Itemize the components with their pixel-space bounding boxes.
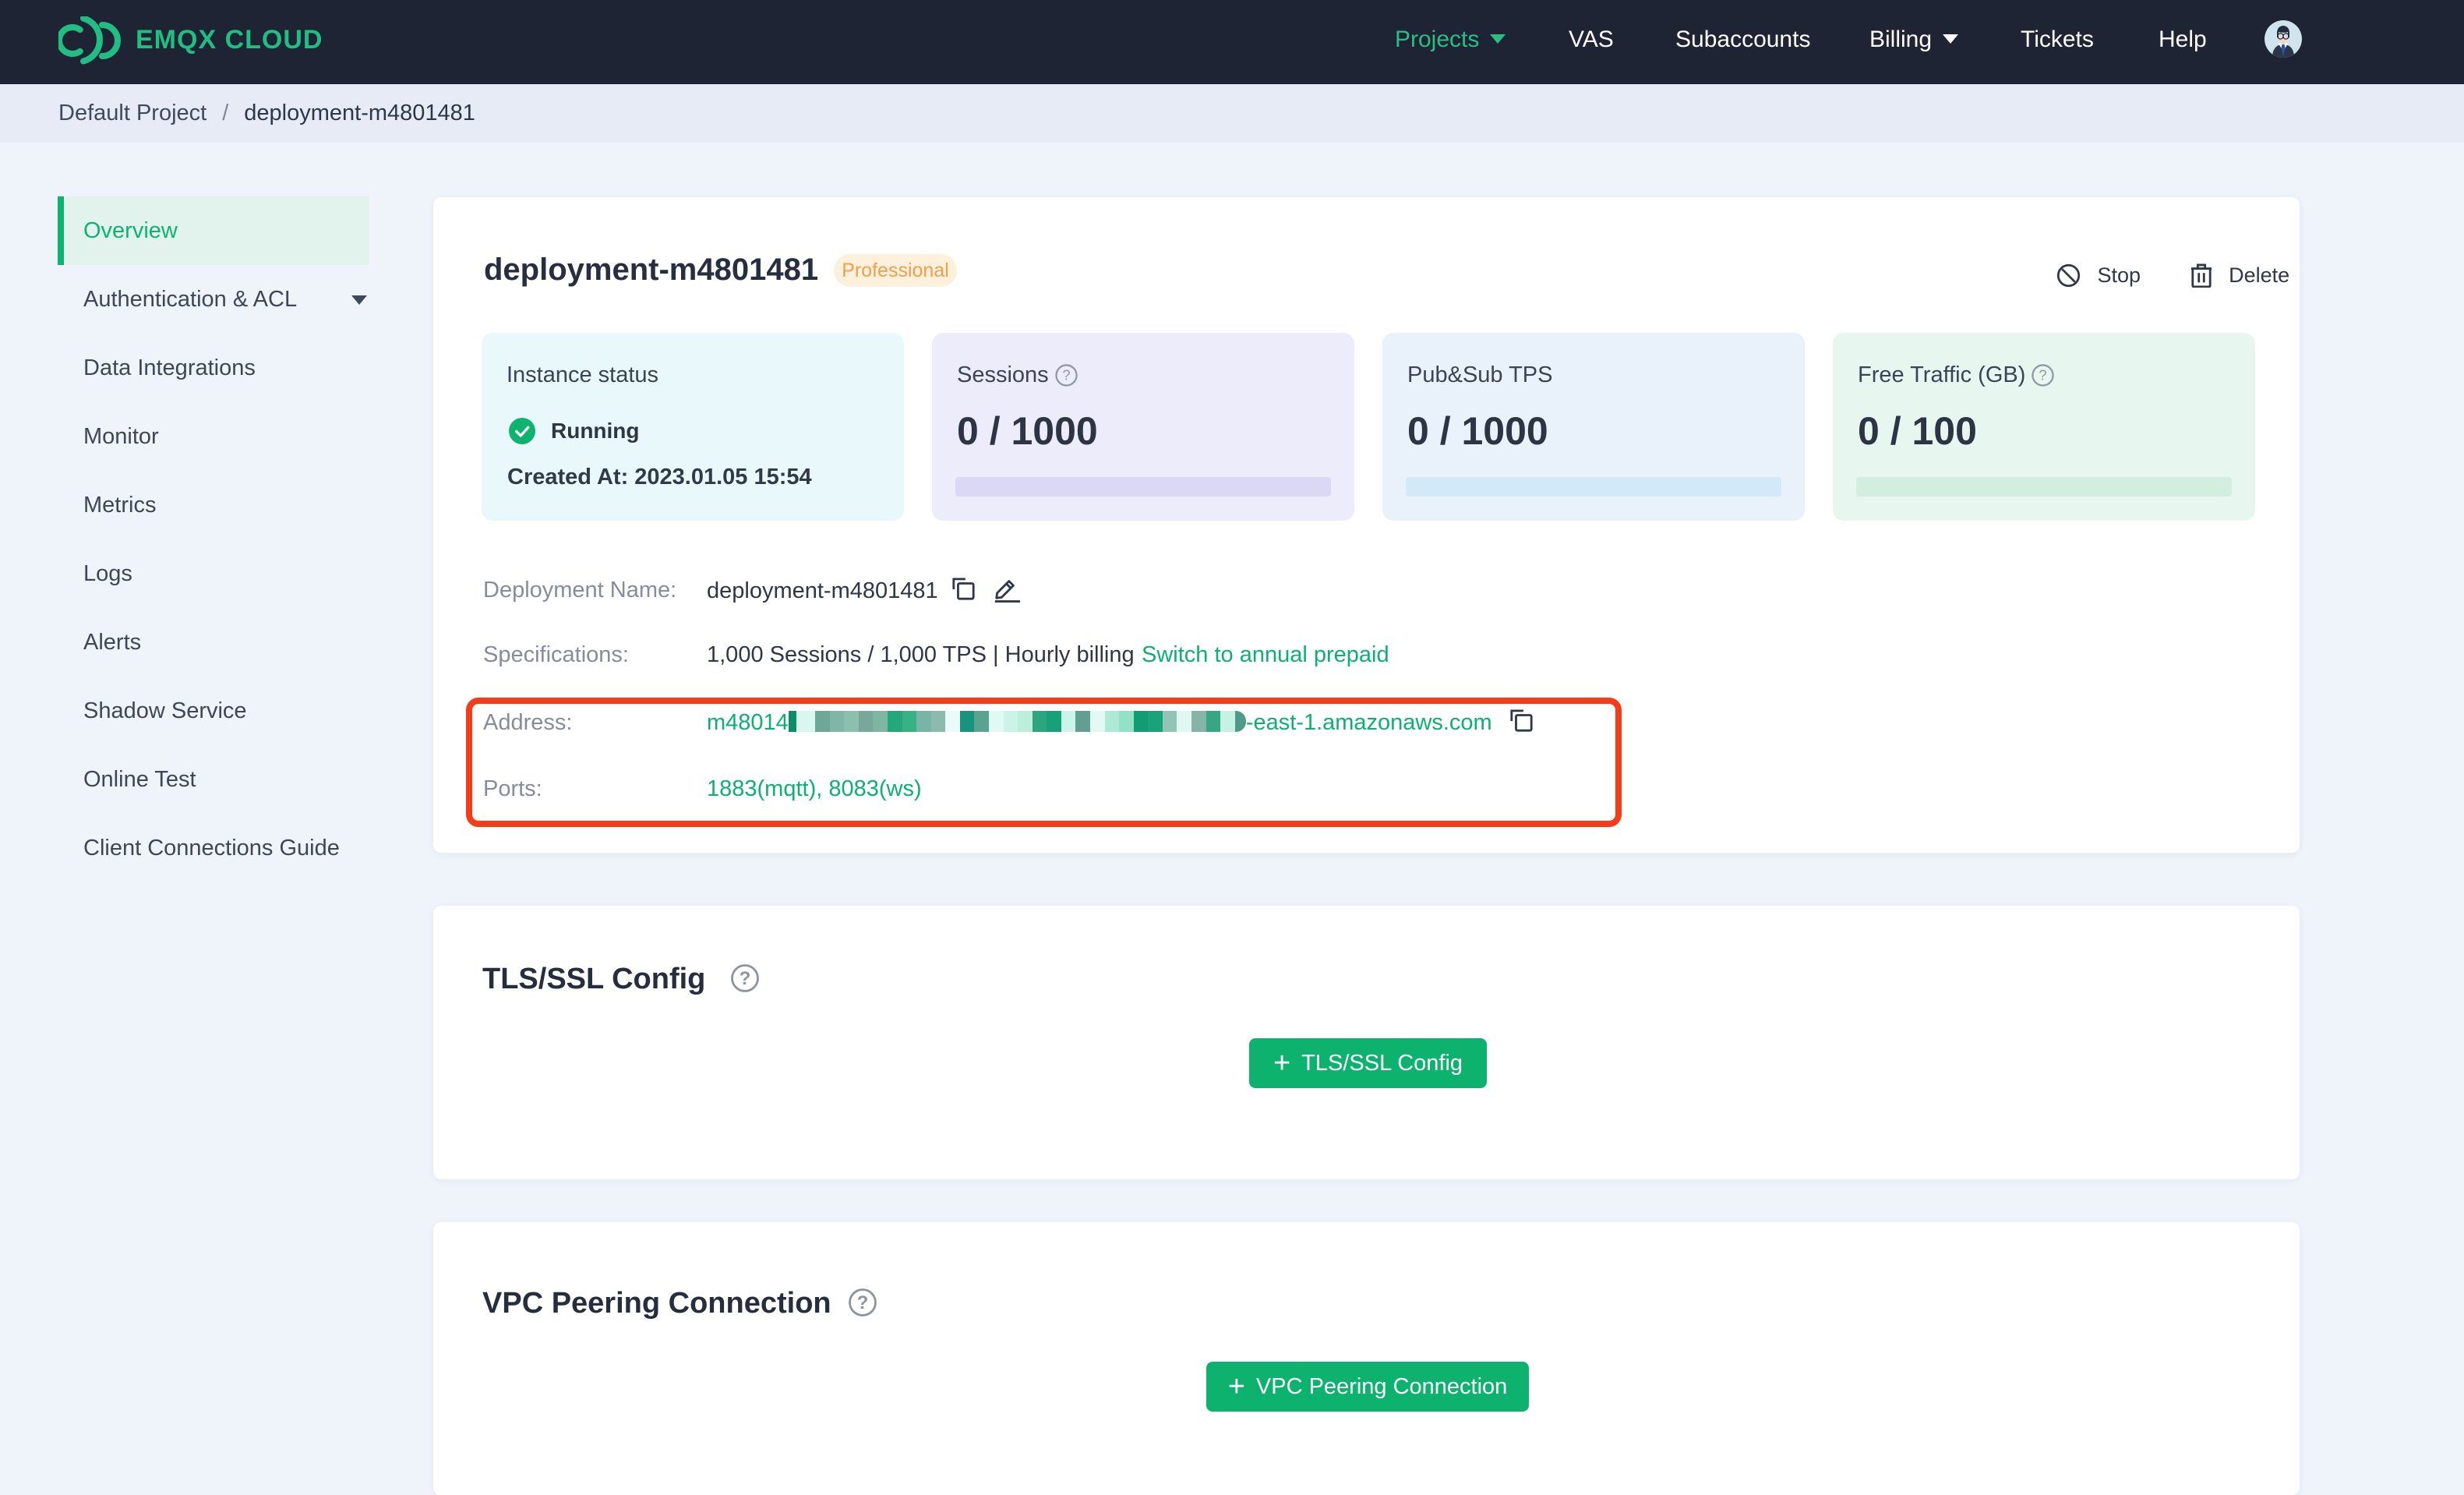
svg-text:?: ? bbox=[1062, 366, 1070, 383]
svg-text:?: ? bbox=[856, 1292, 868, 1313]
svg-text:?: ? bbox=[2039, 366, 2047, 383]
svg-text:?: ? bbox=[740, 968, 751, 989]
